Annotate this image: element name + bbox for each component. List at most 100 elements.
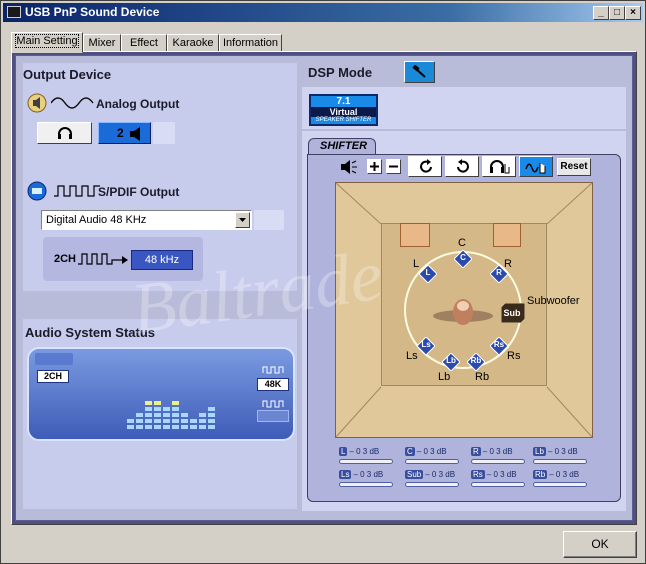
level-meter: [127, 401, 215, 429]
window-title: USB PnP Sound Device: [25, 5, 160, 19]
channel-volume-slider[interactable]: [471, 459, 525, 464]
output-rate-badge: [257, 410, 289, 422]
wave-mode-button[interactable]: [519, 156, 553, 177]
zoom-out-button[interactable]: [386, 159, 401, 174]
level-segment: [145, 413, 152, 417]
level-segment: [172, 401, 179, 405]
channel-badge: 2CH: [37, 370, 69, 383]
reset-button[interactable]: Reset: [557, 158, 591, 176]
output-signal-icon: [262, 400, 284, 408]
channel-volume-slider[interactable]: [339, 482, 393, 487]
rate-badge: 48K: [257, 378, 289, 391]
tab-effect[interactable]: Effect: [121, 34, 167, 52]
level-segment: [136, 413, 143, 417]
level-segment: [208, 407, 215, 411]
dsp-tool-button[interactable]: [404, 61, 435, 83]
speaker-left-label: L: [413, 258, 420, 270]
speaker-center[interactable]: C: [453, 249, 473, 269]
spdif-format-select[interactable]: Digital Audio 48 KHz: [41, 210, 252, 230]
level-segment: [163, 407, 170, 411]
channel-volume-slider[interactable]: [533, 459, 587, 464]
tab-information[interactable]: Information: [219, 34, 282, 52]
channel-tag: Lb: [533, 447, 546, 456]
level-segment: [163, 425, 170, 429]
audio-status-title: Audio System Status: [25, 325, 156, 340]
channel-volume-value: – 0 3 dB: [425, 470, 456, 479]
shifter-tab[interactable]: SHIFTER: [308, 138, 376, 155]
channel-volume-slider[interactable]: [471, 482, 525, 487]
headphone-output-button[interactable]: [37, 122, 92, 144]
headphone-mode-button[interactable]: [482, 156, 516, 177]
input-signal-icon: [262, 366, 284, 374]
level-segment: [181, 413, 188, 417]
spdif-rate-display: 48 kHz: [131, 250, 193, 270]
listening-circle: [404, 251, 522, 369]
level-segment: [181, 425, 188, 429]
spdif-channel: 2CH: [54, 253, 77, 265]
level-segment: [154, 407, 161, 411]
channel-volume-slider[interactable]: [405, 459, 459, 464]
app-icon: [7, 6, 21, 18]
channel-volume-slider[interactable]: [405, 482, 459, 487]
level-segment: [154, 401, 161, 405]
rotate-clockwise-button[interactable]: [408, 156, 442, 177]
channel-tag: Rs: [471, 470, 485, 479]
speaker-left-back-label: Lb: [438, 371, 451, 383]
tab-karaoke[interactable]: Karaoke: [167, 34, 219, 52]
speaker-subwoofer[interactable]: Sub: [500, 302, 526, 324]
speaker-left-surround[interactable]: Ls: [416, 336, 436, 356]
spdif-pulse-icon: [54, 185, 100, 197]
button-spacer: [153, 122, 175, 144]
select-spacer: [254, 210, 284, 230]
spdif-rate: 48 kHz: [144, 254, 180, 266]
speaker-left[interactable]: L: [418, 264, 438, 284]
channel-tag: R: [471, 447, 481, 456]
channel-volume-value: – 0 3 dB: [547, 447, 578, 456]
speaker-right-back-label: Rb: [475, 371, 490, 383]
channel-volume-label: Ls – 0 3 dB: [339, 470, 383, 479]
rotate-counterclockwise-icon: [457, 159, 469, 173]
tab-mixer[interactable]: Mixer: [83, 34, 121, 52]
speaker-2ch-button[interactable]: 2: [98, 122, 151, 144]
speaker-count: 2: [117, 126, 124, 140]
hammer-icon: [412, 65, 426, 78]
virtual-7-1-button[interactable]: 7.1 Virtual SPEAKER SHIFTER: [309, 94, 378, 126]
level-segment: [127, 419, 134, 423]
channel-volume-slider[interactable]: [533, 482, 587, 487]
channel-volume-value: – 0 3 dB: [549, 470, 580, 479]
level-segment: [136, 419, 143, 423]
tab-main-setting[interactable]: Main Setting: [11, 32, 83, 53]
speaker-right-label: R: [504, 258, 512, 270]
spdif-format-value: Digital Audio 48 KHz: [46, 214, 147, 226]
channel-tag: Ls: [339, 470, 352, 479]
close-button[interactable]: ×: [625, 6, 641, 20]
level-segment: [145, 407, 152, 411]
channel-volume-value: – 0 3 dB: [416, 447, 447, 456]
level-segment: [199, 419, 206, 423]
channel-tag: Rb: [533, 470, 548, 479]
mute-speaker-icon[interactable]: [339, 159, 359, 175]
maximize-button[interactable]: □: [609, 6, 625, 20]
speaker-right-back[interactable]: Rb: [466, 352, 486, 372]
plus-icon: [370, 162, 379, 171]
minimize-button[interactable]: _: [593, 6, 609, 20]
level-segment: [154, 425, 161, 429]
speaker-subwoofer-label: Subwoofer: [527, 295, 580, 307]
title-bar[interactable]: USB PnP Sound Device _ □ ×: [3, 3, 643, 22]
dropdown-arrow-button[interactable]: [235, 212, 250, 228]
status-indicator: [35, 353, 73, 365]
ok-button[interactable]: OK: [563, 531, 637, 558]
level-segment: [172, 425, 179, 429]
analog-output-label: Analog Output: [96, 97, 180, 111]
speaker-left-back[interactable]: Lb: [441, 352, 461, 372]
channel-volume-label: L – 0 3 dB: [339, 447, 379, 456]
rotate-counterclockwise-button[interactable]: [445, 156, 479, 177]
zoom-in-button[interactable]: [367, 159, 382, 174]
channel-volume-value: – 0 3 dB: [486, 470, 517, 479]
spdif-signal-icon: [78, 253, 128, 265]
channel-volume-slider[interactable]: [339, 459, 393, 464]
channel-tag: Sub: [405, 470, 424, 479]
speaker-right-surround[interactable]: Rs: [489, 336, 509, 356]
channel-volume-value: – 0 3 dB: [482, 447, 513, 456]
channel-tag: C: [405, 447, 415, 456]
